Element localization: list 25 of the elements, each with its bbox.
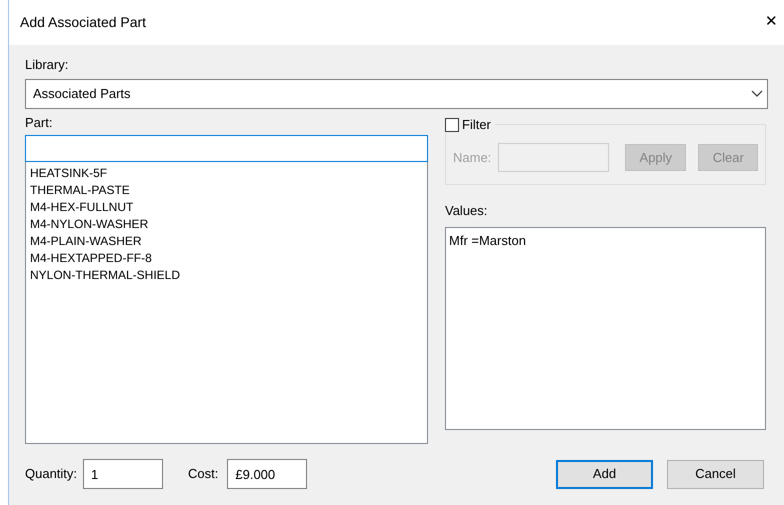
close-button[interactable]: ✕ <box>761 11 782 34</box>
chevron-down-icon <box>751 90 763 98</box>
values-label: Values: <box>445 203 488 219</box>
part-list-item[interactable]: HEATSINK-5F <box>30 165 427 182</box>
value-line: Mfr =Marston <box>449 232 527 250</box>
part-label: Part: <box>25 115 54 131</box>
part-list-item[interactable]: M4-HEX-FULLNUT <box>30 199 427 216</box>
library-label: Library: <box>25 57 70 73</box>
quantity-field[interactable]: 1 <box>83 459 164 489</box>
part-list-item[interactable]: NYLON-THERMAL-SHIELD <box>30 267 427 284</box>
part-list-item[interactable]: M4-HEXTAPPED-FF-8 <box>30 250 427 267</box>
filter-label: Filter <box>462 116 491 134</box>
window-title: Add Associated Part <box>20 13 146 32</box>
cancel-button[interactable]: Cancel <box>667 460 764 488</box>
name-label: Name: <box>453 148 492 167</box>
part-field[interactable] <box>25 135 428 162</box>
cost-label: Cost: <box>188 465 218 484</box>
quantity-label: Quantity: <box>25 465 78 484</box>
cost-field[interactable]: £9.000 <box>227 459 308 489</box>
part-list-item[interactable]: M4-PLAIN-WASHER <box>30 233 427 250</box>
library-dropdown[interactable]: Associated Parts <box>25 79 768 109</box>
library-value: Associated Parts <box>33 85 131 104</box>
add-button[interactable]: Add <box>556 460 653 488</box>
part-list-item[interactable]: THERMAL-PASTE <box>30 182 427 199</box>
part-list-item[interactable]: M4-NYLON-WASHER <box>30 216 427 233</box>
